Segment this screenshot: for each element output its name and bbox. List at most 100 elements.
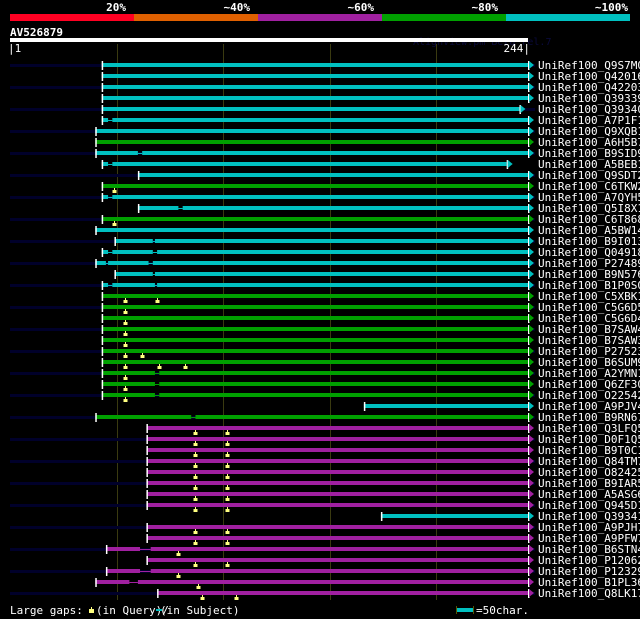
alignment-segment — [108, 261, 149, 265]
alignment-start-tick — [114, 270, 116, 279]
query-gap-marker-icon — [183, 364, 188, 369]
large-gaps-label: Large gaps: — [10, 604, 83, 617]
arrow-right-icon — [529, 402, 534, 410]
alignment-segment — [95, 129, 528, 133]
arrow-right-icon — [529, 292, 534, 300]
subject-gap — [105, 263, 109, 264]
alignment-segment — [95, 140, 528, 144]
subject-gap — [152, 241, 155, 242]
alignment-start-tick — [101, 314, 104, 323]
alignment-segment — [112, 118, 528, 122]
arrow-right-icon — [529, 336, 534, 344]
alignment-segment — [154, 272, 529, 276]
in-subject-label: (in Subject) — [160, 604, 239, 617]
grid-line — [117, 44, 118, 600]
alignment-start-tick — [101, 116, 104, 125]
query-gap-marker-icon — [225, 529, 230, 534]
alignment-segment — [112, 250, 153, 254]
subject-gap — [108, 197, 113, 198]
arrow-right-icon — [529, 204, 534, 212]
hit-row[interactable]: UniRef100_Q8LK17 — [10, 587, 640, 600]
arrow-right-icon — [529, 237, 534, 245]
arrow-right-icon — [529, 116, 534, 124]
arrow-right-icon — [529, 94, 534, 102]
alignment-start-tick — [101, 83, 104, 92]
subject-gap — [140, 549, 151, 550]
alignment-start-tick — [101, 325, 104, 334]
alignment-start-tick — [101, 380, 104, 389]
alignment-segment — [146, 470, 528, 474]
query-gap-marker-icon — [140, 353, 145, 358]
subject-gap — [154, 395, 160, 396]
alignment-segment — [112, 162, 507, 166]
alignment-segment — [101, 316, 529, 320]
alignment-view: 20% ~40% ~60% ~80% ~100% AV526879 AlignView.… — [8, 1, 640, 617]
alignment-segment — [159, 382, 528, 386]
query-gap-marker-icon — [193, 562, 198, 567]
query-gap-marker-icon — [123, 298, 128, 303]
hit-name-link[interactable]: UniRef100_Q8LK17 — [538, 587, 640, 600]
alignment-start-tick — [101, 281, 104, 290]
hit-list: UniRef100_Q9S7M0UniRef100_Q42016UniRef10… — [10, 59, 640, 600]
subject-gap — [152, 274, 155, 275]
arrow-right-icon — [529, 589, 534, 597]
alignment-start-tick — [105, 545, 108, 554]
alignment-start-tick — [101, 303, 104, 312]
query-gap-marker-icon — [225, 452, 230, 457]
alignment-segment — [146, 437, 528, 441]
alignment-start-tick — [146, 534, 148, 543]
alignment-start-tick — [105, 567, 108, 576]
alignment-segment — [101, 85, 529, 89]
arrow-right-icon — [529, 578, 534, 586]
arrow-right-icon — [529, 358, 534, 366]
alignment-segment — [101, 96, 529, 100]
arrow-right-icon — [529, 490, 534, 498]
arrow-right-icon — [529, 171, 534, 179]
query-gap-marker-icon — [176, 551, 181, 556]
arrow-right-icon — [529, 215, 534, 223]
arrow-right-icon — [520, 105, 526, 113]
query-gap-marker-icon — [193, 496, 198, 501]
query-gap-marker-icon — [225, 474, 230, 479]
alignment-segment — [101, 63, 529, 67]
alignment-segment — [146, 525, 528, 529]
alignment-segment — [95, 415, 192, 419]
alignment-segment — [157, 283, 528, 287]
alignment-start-tick — [137, 204, 140, 213]
query-start-label: |1 — [8, 42, 21, 55]
scale-tick-right — [473, 606, 474, 614]
alignment-segment — [114, 239, 153, 243]
footer-legend: Large gaps: (in Query)/ (in Subject) =50… — [10, 604, 529, 617]
alignment-segment — [101, 393, 155, 397]
legend-label-0: 20% — [106, 1, 126, 14]
alignment-segment — [101, 349, 529, 353]
query-gap-marker-icon — [225, 540, 230, 545]
alignment-segment — [112, 195, 528, 199]
grid-line — [330, 44, 331, 600]
arrow-right-icon — [529, 468, 534, 476]
arrow-right-icon — [529, 545, 534, 553]
alignment-start-tick — [101, 105, 104, 114]
query-gap-marker-icon — [123, 342, 128, 347]
query-gap-marker-icon — [193, 441, 198, 446]
arrow-right-icon — [529, 369, 534, 377]
subject-gap — [152, 252, 158, 253]
alignment-start-tick — [146, 424, 148, 433]
alignment-start-tick — [101, 94, 104, 103]
alignment-segment — [152, 261, 528, 265]
alignment-segment — [157, 591, 528, 595]
alignment-segment — [137, 173, 528, 177]
query-end-label: 244| — [504, 42, 531, 55]
query-bar — [10, 38, 528, 42]
alignment-start-tick — [146, 490, 148, 499]
query-gap-marker-icon — [155, 298, 160, 303]
alignment-start-tick — [101, 292, 104, 301]
query-gap-marker-icon — [123, 309, 128, 314]
alignment-segment — [101, 107, 520, 111]
arrow-right-icon — [529, 270, 534, 278]
alignment-segment — [105, 547, 141, 551]
alignment-segment — [146, 459, 528, 463]
alignment-start-tick — [380, 512, 383, 521]
query-gap-marker-icon — [123, 397, 128, 402]
query-gap-marker-icon — [225, 562, 230, 567]
